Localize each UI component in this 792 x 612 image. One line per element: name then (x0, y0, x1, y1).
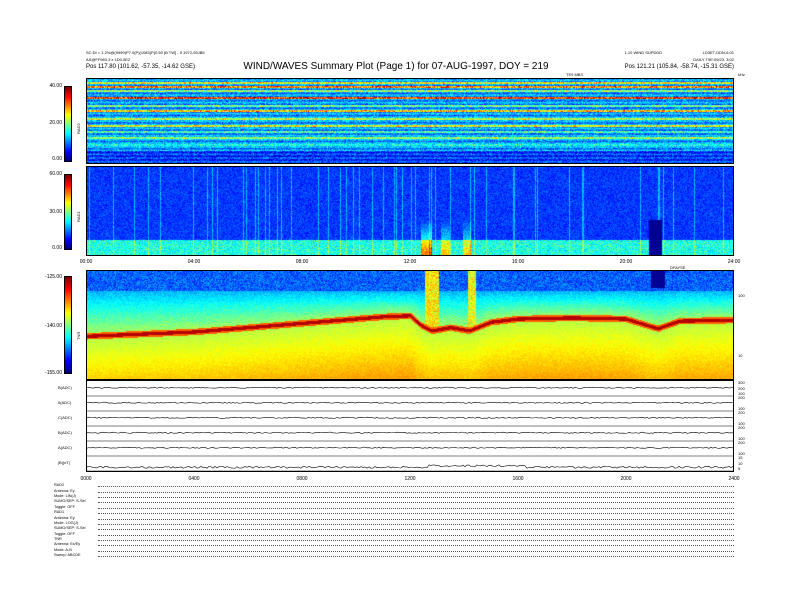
header-right-line2: DAILY T9E:09/23, 3:02 (693, 57, 734, 62)
info-row-key: RAD1 (54, 510, 65, 515)
info-row-dotted-line (98, 511, 734, 515)
line-series-label-1: 0(ADC) (58, 399, 72, 405)
top-unit-label: kHz (738, 72, 745, 77)
line-series-right-tick-0-0: 300 (738, 380, 745, 385)
info-row-dotted-line (98, 538, 734, 542)
x-tick-bottom-2: 0800 (296, 476, 308, 482)
header-right-line1b: LD3ET-DDN-6.01 (702, 50, 734, 55)
x-tick-bottom-4: 1600 (512, 476, 524, 482)
x-tick-bottom-3: 1200 (404, 476, 416, 482)
info-row-key: Toggle: OFF (54, 504, 75, 509)
line-series-3 (87, 431, 733, 434)
header-right: 1.10 WIND SUPDDD LD3ET-DDN-6.01 DAILY T9E… (625, 50, 734, 73)
line-series-right-tick-5-1: 10 (738, 460, 743, 466)
rad2-ylabel: RAD2 (76, 123, 81, 134)
info-row-dotted-line (98, 554, 734, 558)
header-left-line2: AS@FF983.3 x 1D0.0E2 (86, 57, 131, 62)
x-tick-bottom-5: 2000 (620, 476, 632, 482)
rad1-cbar-tick-bottom: 0.00 (52, 245, 62, 251)
info-row-key: Mode: LIN(J) (54, 493, 76, 498)
line-series-right-tick-1-0: 200 (738, 395, 745, 400)
tnr-cbar-tick-bottom: -155.00 (45, 370, 62, 376)
header-right-line1: 1.10 WIND SUPDDD (624, 50, 663, 55)
info-row-key: Toggle: OFF (54, 531, 75, 536)
rad1-ylabel: RAD1 (76, 211, 81, 222)
x-tick-bottom-0: 0000 (80, 476, 92, 482)
x-tick-bottom-1: 0400 (188, 476, 200, 482)
tnr-right-tick-10: 10 (738, 353, 743, 358)
plot-title: WIND/WAVES Summary Plot (Page 1) for 07-… (243, 61, 549, 72)
info-row-dotted-line (98, 543, 734, 547)
line-series-right-tick-0-1: 200 (738, 385, 745, 391)
line-series-0 (87, 386, 733, 389)
info-row-key: RAD2 (54, 483, 65, 488)
info-row-key: SUMO/SEP: S-Sel (54, 499, 86, 504)
line-series-label-0: B(ADC) (58, 384, 72, 390)
info-row-dotted-line (98, 517, 734, 520)
info-row-dotted-line (98, 500, 734, 504)
info-row-dotted-line (98, 506, 734, 509)
info-row-key: Sweep: ABCDE (54, 553, 81, 558)
rad1-cbar-tick-top: 60.00 (49, 171, 62, 177)
header-right-line3: Pos 121.21 (105.84, -58.74, -15.31 GSE) (624, 64, 734, 70)
line-series-right-tick-2-0: 200 (738, 410, 745, 415)
x-tick-top-6: 24:00 (727, 259, 741, 265)
info-row-key: Antenna: Ey (54, 488, 75, 493)
line-panels-svg (87, 386, 733, 471)
tnr-right-tick-100: 100 (738, 293, 745, 298)
line-series-label-3: B(ADC) (58, 429, 72, 435)
rad2-cbar-tick-mid: 20.00 (49, 120, 62, 126)
line-series-right-tick-5-2: 5 (738, 466, 741, 471)
rad1-colorbar (64, 174, 72, 250)
rad2-cbar-tick-top: 40.00 (49, 83, 62, 89)
line-series-right-tick-3-0: 200 (738, 425, 745, 430)
info-row-dotted-line (98, 484, 734, 488)
rad1-cbar-tick-mid: 30.00 (49, 209, 62, 215)
info-row-key: Antenna: Ex/Ey (54, 542, 81, 547)
line-panels-frame (86, 380, 734, 472)
info-row-key: SUMO/SEP: S-Sel (54, 526, 86, 531)
info-row-key: Antenna: Ey (54, 515, 75, 520)
line-series-right-tick-4-0: 200 (738, 440, 745, 445)
info-row-dotted-line (98, 495, 734, 498)
info-row-dotted-line (98, 549, 734, 552)
rad2-cbar-tick-bottom: 0.00 (52, 156, 62, 162)
header-left: SC:DI = 1.2%@(9999)P7.0(P)(1083)P(0.50 [… (86, 50, 205, 73)
header-left-line3: Pos 117.80 (101.62, -57.35, -14.62 GSE) (86, 64, 195, 70)
tnr-cbar-tick-mid: -140.00 (45, 323, 62, 329)
top-time-label: TE9 MB3 (566, 72, 583, 77)
x-tick-top-1: 04:00 (187, 259, 201, 265)
line-series-4 (87, 446, 733, 449)
info-row-key: Mode: A-B (54, 547, 72, 552)
instrument-info-table: RAD2 Antenna: Ey Mode: LIN(J) SUMO/SEP: S-S… (54, 483, 734, 558)
x-tick-top-4: 16:00 (511, 259, 525, 265)
x-tick-top-0: 00:00 (79, 259, 93, 265)
tnr-cbar-tick-top: -125.00 (45, 274, 62, 280)
line-series-right-tick-5-0: 15 (738, 455, 743, 460)
x-tick-top-2: 08:00 (295, 259, 309, 265)
info-row-dotted-line (98, 522, 734, 525)
info-row-key: Mode: LOG(J) (54, 520, 79, 525)
x-tick-top-3: 12:00 (403, 259, 417, 265)
info-row-key: TNR (54, 537, 62, 542)
line-series-label-4: A(ADC) (58, 444, 72, 450)
rad2-spectrogram (86, 78, 734, 164)
line-series-label-5: |B|(nT) (58, 459, 71, 465)
info-row-dotted-line (98, 527, 734, 531)
info-row: Sweep: ABCDE (54, 553, 734, 558)
tnr-ylabel: TNR (76, 331, 81, 340)
rad2-colorbar (64, 86, 72, 162)
tnr-colorbar (64, 276, 72, 374)
tnr-spectrogram (86, 270, 734, 380)
rad1-spectrogram (86, 166, 734, 256)
line-series-5 (87, 464, 733, 469)
info-row-dotted-line (98, 533, 734, 536)
line-series-1 (87, 401, 733, 404)
line-series-label-2: C(ADC) (58, 414, 72, 420)
x-tick-bottom-6: 2400 (728, 476, 740, 482)
x-tick-top-5: 20:00 (619, 259, 633, 265)
header-left-line1: SC:DI = 1.2%@(9999)P7.0(P)(1083)P(0.50 [… (86, 50, 205, 55)
info-row-dotted-line (98, 490, 734, 493)
line-series-2 (87, 416, 733, 419)
